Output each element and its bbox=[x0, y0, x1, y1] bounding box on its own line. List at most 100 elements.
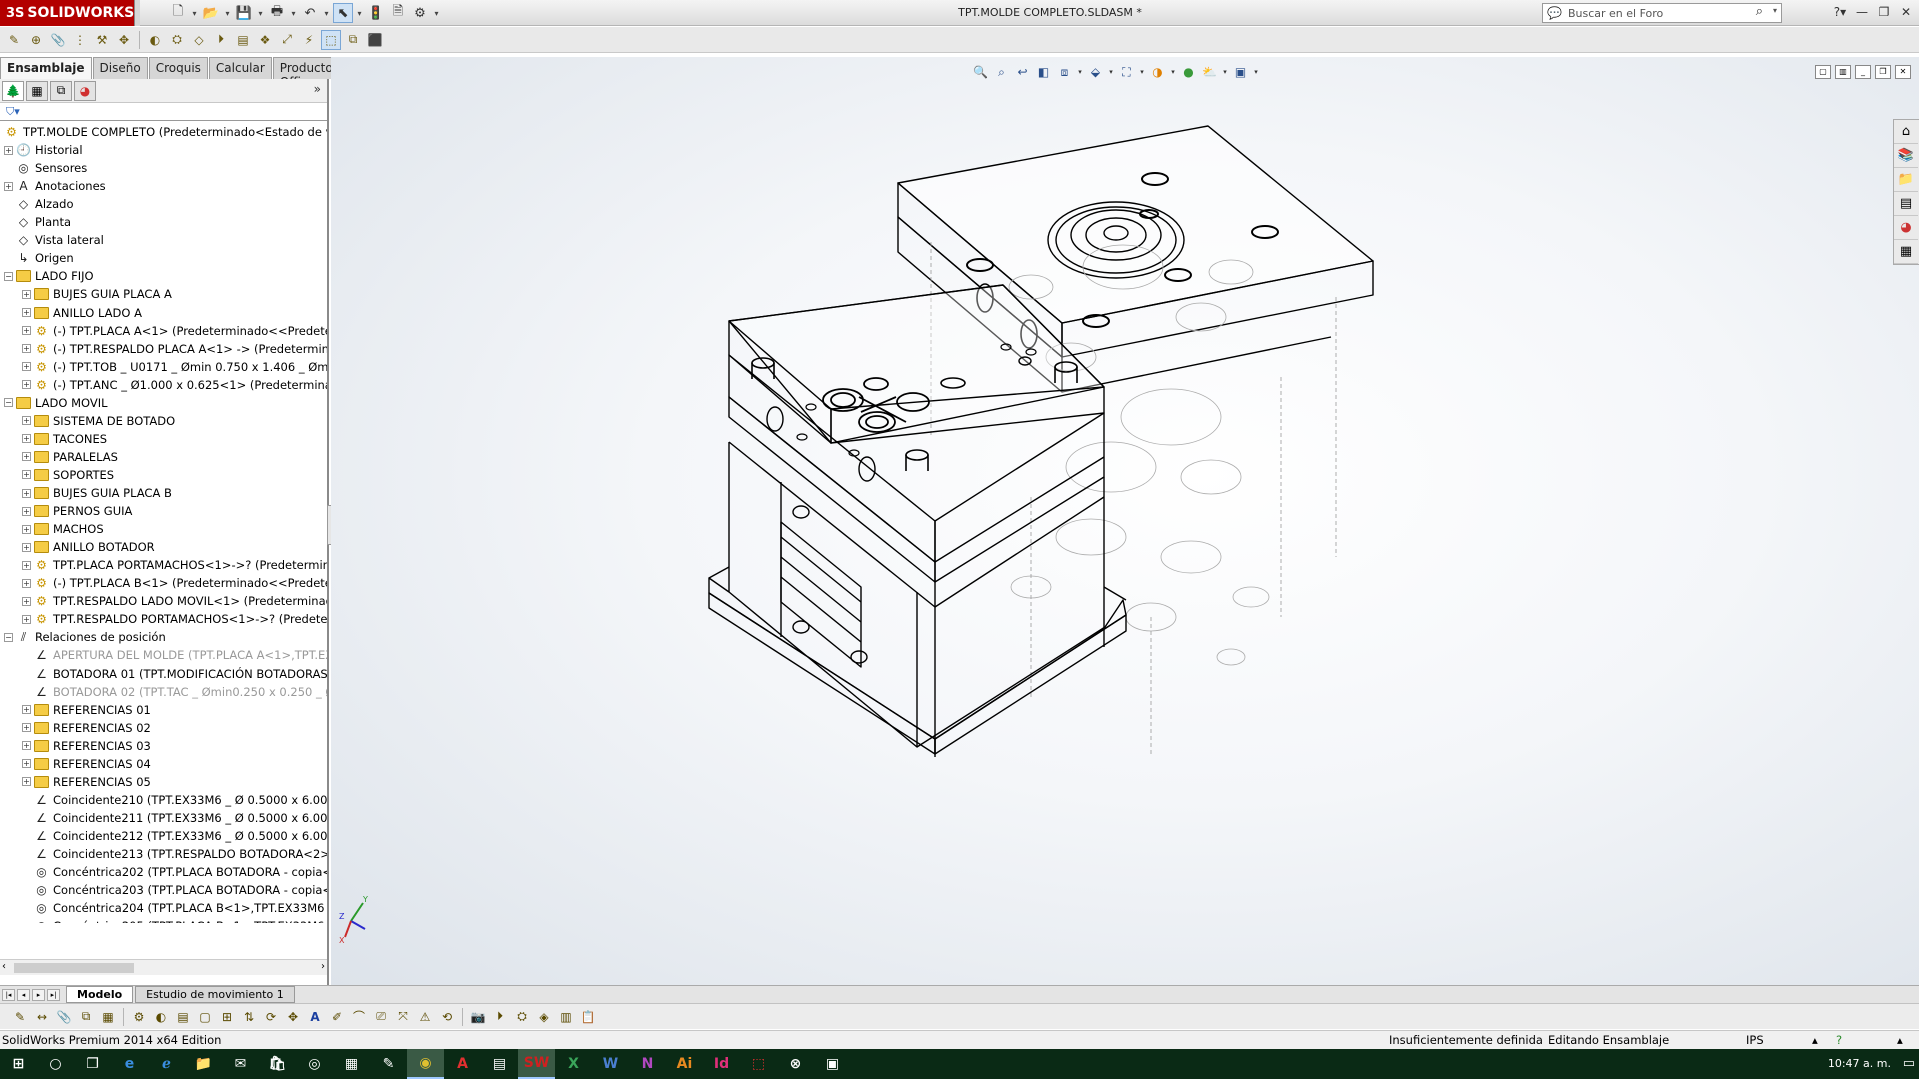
tree-item[interactable]: ∠ Coincidente211 (TPT.EX33M6 _ Ø 0.5000 x… bbox=[22, 809, 327, 827]
expand-toggle-icon[interactable]: + bbox=[22, 777, 31, 787]
reference-geometry-icon[interactable]: ◇ bbox=[189, 30, 209, 50]
simulation-icon[interactable]: ⛭ bbox=[512, 1007, 532, 1027]
options-icon[interactable]: ⚙ bbox=[410, 3, 430, 23]
display-manager-icon[interactable]: ◕ bbox=[74, 80, 96, 101]
expand-toggle-icon[interactable]: + bbox=[22, 741, 31, 751]
chrome-icon[interactable]: ◉ bbox=[407, 1049, 444, 1079]
tree-item[interactable]: + ⚙ (-) TPT.ANC _ Ø1.000 x 0.625<1> (Prede… bbox=[22, 376, 327, 394]
tree-folder[interactable]: + SISTEMA DE BOTADO bbox=[22, 412, 175, 430]
tree-folder[interactable]: + REFERENCIAS 03 bbox=[22, 737, 151, 755]
store-icon[interactable]: 🛍 bbox=[259, 1049, 296, 1079]
tree-folder[interactable]: + MACHOS bbox=[22, 520, 104, 538]
pdf-icon[interactable]: ⬚ bbox=[740, 1049, 777, 1079]
transparency-icon[interactable]: ▢ bbox=[195, 1007, 215, 1027]
search-icon[interactable]: ⌕ bbox=[1756, 4, 1763, 19]
restore-icon[interactable]: ❐ bbox=[1875, 3, 1893, 21]
panel-expand-icon[interactable]: » bbox=[314, 82, 321, 96]
configuration-manager-icon[interactable]: ⧉ bbox=[50, 80, 72, 101]
print-dropdown-icon[interactable]: ▾ bbox=[289, 3, 298, 23]
next-tab-icon[interactable]: ▸ bbox=[32, 988, 45, 1001]
tab-calcular[interactable]: Calcular bbox=[208, 57, 272, 79]
open-dropdown-icon[interactable]: ▾ bbox=[223, 3, 232, 23]
expand-toggle-icon[interactable]: + bbox=[22, 614, 31, 624]
help-status-icon[interactable]: ? bbox=[1836, 1033, 1842, 1047]
feature-manager-tree-icon[interactable]: 🌲 bbox=[2, 80, 24, 101]
options-dropdown-icon[interactable]: ▾ bbox=[432, 3, 441, 23]
rebuild-icon[interactable]: 🚦 bbox=[366, 3, 386, 23]
first-tab-icon[interactable]: |◂ bbox=[2, 988, 15, 1001]
show-hidden-icon[interactable]: ◐ bbox=[145, 30, 165, 50]
move-icon[interactable]: ✥ bbox=[283, 1007, 303, 1027]
align-icon[interactable]: ⇅ bbox=[239, 1007, 259, 1027]
edit-component-icon[interactable]: ✎ bbox=[4, 30, 24, 50]
unit-system[interactable]: IPS bbox=[1746, 1033, 1764, 1047]
unit-dropdown-icon[interactable]: ▴ bbox=[1812, 1033, 1818, 1047]
mate-icon[interactable]: 📎 bbox=[48, 30, 68, 50]
tab-ensamblaje[interactable]: Ensamblaje bbox=[0, 57, 92, 79]
pattern-icon[interactable]: ▦ bbox=[98, 1007, 118, 1027]
exploded-view-icon[interactable]: ❖ bbox=[255, 30, 275, 50]
mate-tool-icon[interactable]: 📎 bbox=[54, 1007, 74, 1027]
tab-modelo[interactable]: Modelo bbox=[66, 986, 134, 1003]
media-icon[interactable]: ◎ bbox=[296, 1049, 333, 1079]
tree-item[interactable]: ∠ Coincidente212 (TPT.EX33M6 _ Ø 0.5000 x… bbox=[22, 827, 327, 845]
rotate-icon[interactable]: ⟳ bbox=[261, 1007, 281, 1027]
sketch-icon[interactable]: ✎ bbox=[10, 1007, 30, 1027]
expand-toggle-icon[interactable]: + bbox=[22, 344, 31, 354]
notifications-icon[interactable]: ▭ bbox=[1903, 1056, 1915, 1071]
tree-item[interactable]: + ⚙ (-) TPT.PLACA A<1> (Predeterminado<<Pr… bbox=[22, 322, 327, 340]
speedpak-icon[interactable]: ⧉ bbox=[343, 30, 363, 50]
tree-folder[interactable]: + ANILLO LADO A bbox=[22, 304, 142, 322]
expand-toggle-icon[interactable]: + bbox=[22, 434, 31, 444]
view-icon[interactable]: ⎚ bbox=[371, 1007, 391, 1027]
tree-item[interactable]: + ⚙ (-) TPT.PLACA B<1> (Predeterminado<<Pr… bbox=[22, 574, 327, 592]
instant3d-icon[interactable]: ⬚ bbox=[321, 29, 341, 50]
select-dropdown-icon[interactable]: ▾ bbox=[355, 3, 364, 23]
save-dropdown-icon[interactable]: ▾ bbox=[256, 3, 265, 23]
solidworks-logo[interactable]: 3S SOLIDWORKS bbox=[0, 0, 134, 26]
save-icon[interactable]: 💾 bbox=[234, 3, 254, 23]
search-dropdown-icon[interactable]: ▾ bbox=[1773, 6, 1777, 15]
tree-folder[interactable]: + PERNOS GUIA bbox=[22, 502, 132, 520]
expand-toggle-icon[interactable]: + bbox=[4, 145, 13, 155]
mold-assembly-model[interactable] bbox=[331, 57, 1919, 985]
search-input[interactable]: 💬 Buscar en el Foro ⌕ ▾ bbox=[1542, 3, 1782, 23]
assembly-features-icon[interactable]: ⛭ bbox=[167, 30, 187, 50]
expand-toggle-icon[interactable]: + bbox=[22, 524, 31, 534]
tree-item[interactable]: ◎ Concéntrica204 (TPT.PLACA B<1>,TPT.EX33… bbox=[22, 899, 327, 917]
open-icon[interactable]: 📂 bbox=[201, 3, 221, 23]
table-icon[interactable]: ▥ bbox=[556, 1007, 576, 1027]
expand-toggle-icon[interactable]: + bbox=[22, 488, 31, 498]
tree-item[interactable]: ◎ Concéntrica203 (TPT.PLACA BOTADORA - co… bbox=[22, 881, 327, 899]
tree-item[interactable]: ◇ Planta bbox=[4, 213, 71, 231]
scroll-left-icon[interactable]: ‹ bbox=[2, 961, 6, 972]
tree-item[interactable]: + ⚙ TPT.RESPALDO PORTAMACHOS<1>->? (Predet… bbox=[22, 610, 327, 628]
tree-folder[interactable]: − LADO MOVIL bbox=[4, 394, 108, 412]
file-properties-icon[interactable]: 🗎 bbox=[388, 3, 408, 23]
render-icon[interactable]: ◈ bbox=[534, 1007, 554, 1027]
expand-toggle-icon[interactable]: + bbox=[22, 289, 31, 299]
print-icon[interactable]: 🖶 bbox=[267, 3, 287, 23]
hide-component-icon[interactable]: ◐ bbox=[151, 1007, 171, 1027]
tree-item[interactable]: + ⚙ TPT.RESPALDO LADO MOVIL<1> (Predetermi… bbox=[22, 592, 327, 610]
curve-icon[interactable]: ⌒ bbox=[349, 1007, 369, 1027]
tree-item[interactable]: ◎ Sensores bbox=[4, 159, 87, 177]
tree-item[interactable]: ↳ Origen bbox=[4, 249, 73, 267]
expand-toggle-icon[interactable]: + bbox=[22, 723, 31, 733]
expand-toggle-icon[interactable]: + bbox=[22, 542, 31, 552]
expand-toggle-icon[interactable]: − bbox=[4, 271, 13, 281]
graphics-area[interactable]: 🔍 ⌕ ↩ ◧ ⧈ ▾ ⬙ ▾ ⛶ ▾ ◑ ▾ ● ⛅ ▾ ▣ ▾ ▢ ▥ _ ❐ ✕ ⌂ … bbox=[331, 57, 1919, 985]
rebuild-tool-icon[interactable]: ⟲ bbox=[437, 1007, 457, 1027]
tab-diseno[interactable]: Diseño bbox=[92, 57, 148, 79]
move-component-icon[interactable]: ✥ bbox=[114, 30, 134, 50]
motion-icon[interactable]: ⏵ bbox=[490, 1007, 510, 1027]
explode-icon[interactable]: ⤧ bbox=[393, 1007, 413, 1027]
smart-fasteners-icon[interactable]: ⚒ bbox=[92, 30, 112, 50]
measure-icon[interactable]: ⊞ bbox=[217, 1007, 237, 1027]
status-expand-icon[interactable]: ▴ bbox=[1897, 1033, 1903, 1047]
onenote-icon[interactable]: N bbox=[629, 1049, 666, 1079]
solidworks-icon[interactable]: SW bbox=[518, 1049, 555, 1079]
tree-item[interactable]: ◎ Concéntrica202 (TPT.PLACA BOTADORA - co… bbox=[22, 863, 327, 881]
tree-folder[interactable]: + REFERENCIAS 04 bbox=[22, 755, 151, 773]
tree-item[interactable]: ∠ BOTADORA 02 (TPT.TAC _ Ømin0.250 x 0.25… bbox=[22, 683, 327, 701]
